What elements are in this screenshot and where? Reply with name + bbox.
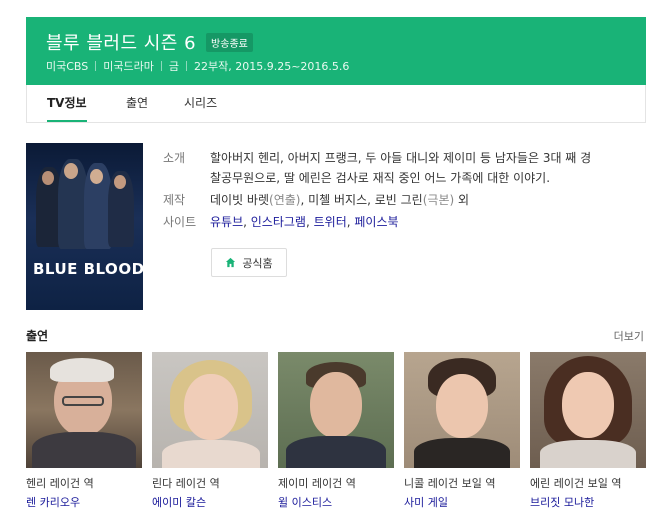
status-badge: 방송종료 (206, 32, 253, 52)
cast-photo[interactable] (152, 352, 268, 468)
official-home-button[interactable]: 공식홈 (211, 248, 287, 277)
cast-card[interactable]: 헨리 레이건 역 렌 카리오우 (26, 352, 142, 510)
summary-label: 소개 (163, 151, 186, 165)
tab-cast[interactable]: 출연 (126, 85, 148, 122)
cast-card[interactable]: 제이미 레이건 역 윌 이스티스 (278, 352, 394, 510)
program-meta: 미국CBS 미국드라마 금 22부작, 2015.9.25~2016.5.6 (46, 58, 349, 74)
meta-day: 금 (168, 60, 179, 73)
site-row: 사이트 유튜브, 인스타그램, 트위터, 페이스북 (163, 212, 643, 232)
cast-role: 에린 레이건 보일 역 (530, 477, 622, 490)
summary-text: 할아버지 헨리, 아버지 프랭크, 두 아들 대니와 제이미 등 남자들은 3대… (210, 151, 592, 185)
site-links: 유튜브, 인스타그램, 트위터, 페이스북 (210, 215, 399, 229)
site-link-youtube[interactable]: 유튜브 (210, 215, 243, 229)
cast-name[interactable]: 브리짓 모나한 (530, 494, 646, 510)
summary-row: 소개 할아버지 헨리, 아버지 프랭크, 두 아들 대니와 제이미 등 남자들은… (163, 148, 643, 188)
site-link-instagram[interactable]: 인스타그램 (251, 215, 306, 229)
cast-role: 니콜 레이건 보일 역 (404, 477, 496, 490)
tab-tv-info[interactable]: TV정보 (47, 85, 87, 122)
site-link-twitter[interactable]: 트위터 (314, 215, 347, 229)
tab-bar: TV정보 출연 시리즈 (26, 85, 646, 123)
production-label: 제작 (163, 193, 186, 207)
cast-section-title: 출연 (26, 329, 49, 343)
official-home-label: 공식홈 (242, 256, 273, 270)
cast-photo[interactable] (530, 352, 646, 468)
program-info: 소개 할아버지 헨리, 아버지 프랭크, 두 아들 대니와 제이미 등 남자들은… (163, 148, 643, 232)
cast-photo[interactable] (278, 352, 394, 468)
home-icon (226, 257, 236, 268)
cast-card[interactable]: 린다 레이건 역 에이미 칼슨 (152, 352, 268, 510)
meta-divider (160, 61, 162, 71)
site-link-facebook[interactable]: 페이스북 (354, 215, 398, 229)
meta-channel: 미국CBS (46, 60, 89, 73)
meta-genre: 미국드라마 (103, 60, 154, 73)
cast-name[interactable]: 렌 카리오우 (26, 494, 142, 510)
program-header: 블루 블러드 시즌 6 방송종료 미국CBS 미국드라마 금 22부작, 201… (26, 17, 646, 85)
cast-role: 헨리 레이건 역 (26, 477, 94, 490)
site-label: 사이트 (163, 215, 197, 229)
poster-image[interactable]: BLUE BLOODS (26, 143, 143, 310)
cast-card[interactable]: 에린 레이건 보일 역 브리짓 모나한 (530, 352, 646, 510)
cast-role: 제이미 레이건 역 (278, 477, 356, 490)
cast-photo[interactable] (26, 352, 142, 468)
cast-photo[interactable] (404, 352, 520, 468)
tab-series[interactable]: 시리즈 (184, 85, 217, 122)
production-text: 데이빗 바렛(연출), 미첼 버지스, 로빈 그린(극본) 외 (210, 193, 470, 207)
cast-card[interactable]: 니콜 레이건 보일 역 사미 게일 (404, 352, 520, 510)
title-row: 블루 블러드 시즌 6 방송종료 (46, 29, 253, 55)
production-row: 제작 데이빗 바렛(연출), 미첼 버지스, 로빈 그린(극본) 외 (163, 190, 643, 210)
meta-divider (95, 61, 97, 71)
meta-episodes-dates: 22부작, 2015.9.25~2016.5.6 (194, 60, 350, 73)
cast-name[interactable]: 윌 이스티스 (278, 494, 394, 510)
program-title[interactable]: 블루 블러드 시즌 6 (46, 29, 196, 55)
poster-logo: BLUE BLOODS (33, 260, 143, 278)
cast-name[interactable]: 에이미 칼슨 (152, 494, 268, 510)
more-link[interactable]: 더보기 (614, 328, 644, 344)
meta-divider (186, 61, 187, 71)
cast-role: 린다 레이건 역 (152, 477, 220, 490)
cast-name[interactable]: 사미 게일 (404, 494, 520, 510)
